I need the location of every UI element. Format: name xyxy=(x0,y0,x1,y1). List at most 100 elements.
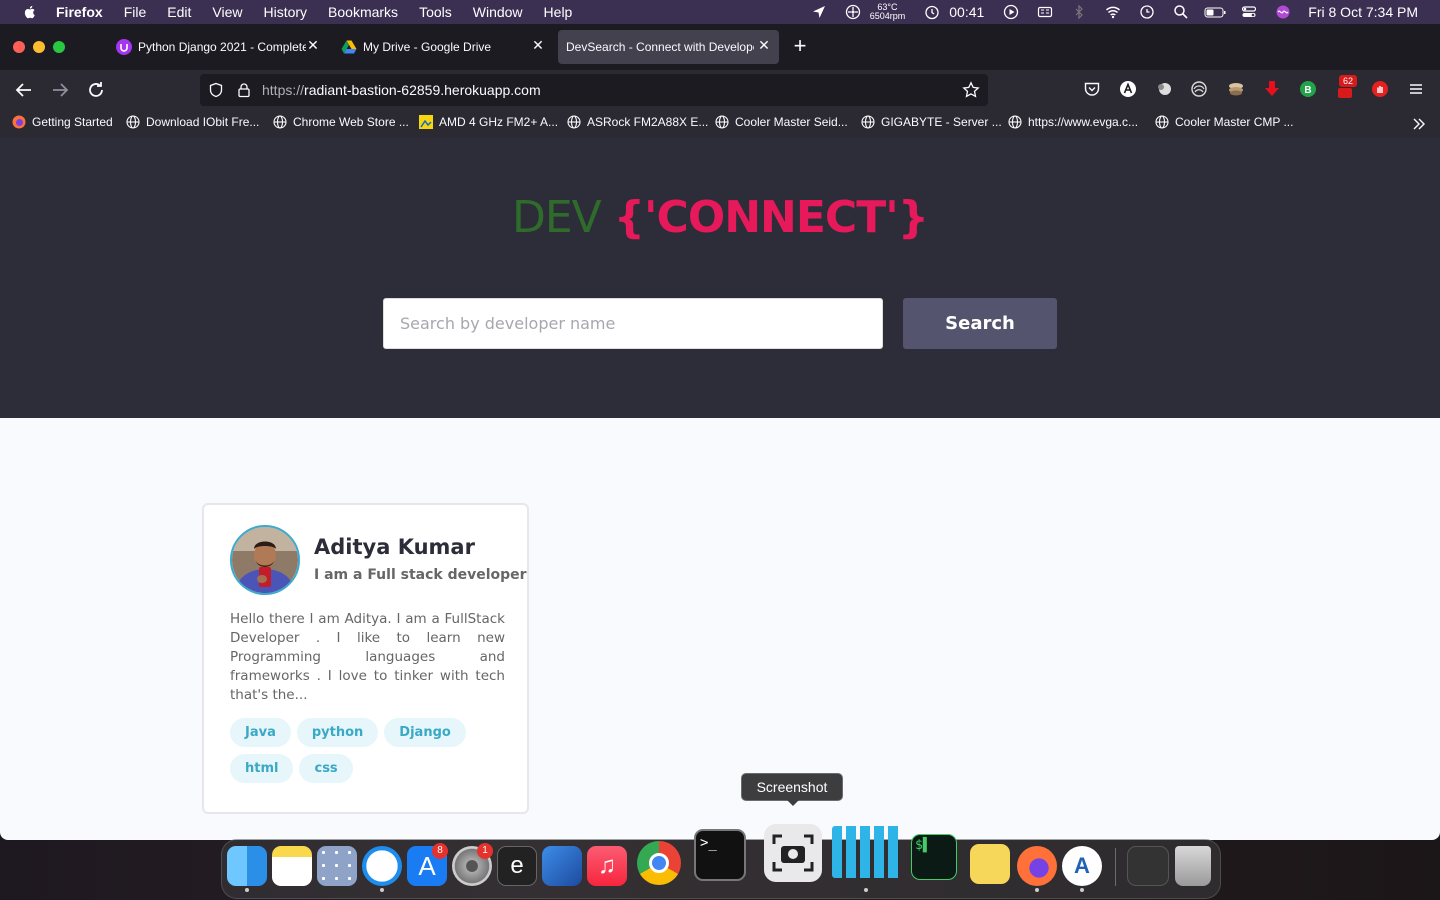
android-studio-icon[interactable]: A xyxy=(1062,846,1102,886)
new-tab-button[interactable]: + xyxy=(790,35,810,57)
window-close-button[interactable] xyxy=(13,41,25,53)
amazon-favicon-icon xyxy=(419,115,433,129)
pocket-icon[interactable] xyxy=(1083,80,1101,98)
globe-icon xyxy=(567,115,581,129)
iterm-icon[interactable]: $▌ xyxy=(911,834,957,880)
skill-tag[interactable]: css xyxy=(299,754,353,783)
safari-icon[interactable] xyxy=(362,846,402,886)
skill-tag[interactable]: Java xyxy=(230,718,291,747)
menu-history[interactable]: History xyxy=(263,0,307,24)
menu-view[interactable]: View xyxy=(212,0,242,24)
launchpad-icon[interactable] xyxy=(317,846,357,886)
menu-edit[interactable]: Edit xyxy=(167,0,191,24)
bookmark-item[interactable]: Chrome Web Store ... xyxy=(273,115,409,129)
tab-close-icon[interactable]: ✕ xyxy=(306,38,320,52)
skill-tag[interactable]: python xyxy=(296,718,379,747)
globe-icon xyxy=(1155,115,1169,129)
control-center-icon[interactable] xyxy=(1238,4,1260,20)
download-arrow-icon[interactable] xyxy=(1263,80,1281,98)
window-minimize-button[interactable] xyxy=(33,41,45,53)
chrome-icon[interactable] xyxy=(637,841,681,885)
bookmark-item[interactable]: Cooler Master Seid... xyxy=(715,115,848,129)
notes-icon[interactable] xyxy=(272,846,312,886)
bookmark-item[interactable]: GIGABYTE - Server ... xyxy=(861,115,1002,129)
stickies-icon[interactable] xyxy=(970,844,1010,884)
siri-icon[interactable] xyxy=(1272,4,1294,20)
bookmark-label: Chrome Web Store ... xyxy=(293,115,409,129)
timer-value[interactable]: 00:41 xyxy=(949,4,984,20)
menu-help[interactable]: Help xyxy=(544,0,573,24)
back-arrow-icon[interactable] xyxy=(14,80,34,100)
adblock-hand-icon[interactable] xyxy=(1371,80,1389,98)
forward-arrow-icon[interactable] xyxy=(50,80,70,100)
bookmark-label: Getting Started xyxy=(32,115,113,129)
extension-ghost-icon[interactable] xyxy=(1155,80,1173,98)
fan-icon[interactable] xyxy=(842,4,864,20)
running-indicator xyxy=(1080,888,1084,892)
terminal-icon[interactable]: >_ xyxy=(694,829,746,881)
firefox-dock-icon[interactable] xyxy=(1017,846,1057,886)
extension-badge-button[interactable]: 62 xyxy=(1335,75,1357,100)
bookmark-item[interactable]: AMD 4 GHz FM2+ A... xyxy=(419,115,558,129)
menu-tools[interactable]: Tools xyxy=(419,0,452,24)
time-machine-icon[interactable] xyxy=(1136,4,1158,20)
window-zoom-button[interactable] xyxy=(53,41,65,53)
reload-icon[interactable] xyxy=(86,80,106,100)
screenshot-app-icon[interactable] xyxy=(764,824,822,882)
bookmark-label: Download IObit Fre... xyxy=(146,115,260,129)
timer-shield-icon[interactable] xyxy=(921,4,943,20)
play-circle-icon[interactable] xyxy=(1000,4,1022,20)
lock-icon[interactable] xyxy=(236,82,252,98)
xcode-icon[interactable] xyxy=(542,846,582,886)
extension-stack-icon[interactable] xyxy=(1227,80,1245,98)
menu-window[interactable]: Window xyxy=(473,0,523,24)
tab-python-django[interactable]: Python Django 2021 - Complete ✕ xyxy=(108,30,328,64)
skill-tag[interactable]: html xyxy=(230,754,294,783)
bookmark-item[interactable]: Download IObit Fre... xyxy=(126,115,259,129)
wifi-icon[interactable] xyxy=(1102,4,1124,20)
trash-icon[interactable] xyxy=(1175,846,1211,886)
temperature-readout[interactable]: 63°C 6504rpm xyxy=(870,3,906,21)
developer-profile-card[interactable]: Aditya Kumar I am a Full stack developer… xyxy=(202,503,529,814)
battery-icon[interactable] xyxy=(1204,4,1226,20)
menubar-clock[interactable]: Fri 8 Oct 7:34 PM xyxy=(1308,4,1418,20)
address-bar[interactable]: https://radiant-bastion-62859.herokuapp.… xyxy=(200,74,988,106)
finder-icon[interactable] xyxy=(227,846,267,886)
tracking-shield-icon[interactable] xyxy=(208,82,224,98)
developer-headline: I am a Full stack developer xyxy=(314,567,527,583)
spotlight-search-icon[interactable] xyxy=(1170,4,1192,20)
bookmark-item[interactable]: Cooler Master CMP ... xyxy=(1155,115,1293,129)
location-arrow-icon[interactable] xyxy=(808,4,830,20)
url-text[interactable]: https://radiant-bastion-62859.herokuapp.… xyxy=(262,82,541,98)
logo-dev-text: DEV xyxy=(511,192,602,243)
extension-shell-icon[interactable] xyxy=(1190,80,1208,98)
tab-devsearch[interactable]: DevSearch - Connect with Developers ✕ xyxy=(558,30,779,64)
menu-app-name[interactable]: Firefox xyxy=(56,0,103,24)
menu-file[interactable]: File xyxy=(124,0,147,24)
extension-green-b-icon[interactable]: B xyxy=(1299,80,1317,98)
bookmark-item[interactable]: ASRock FM2A88X E... xyxy=(567,115,708,129)
tab-close-icon[interactable]: ✕ xyxy=(531,38,545,52)
bookmark-star-icon[interactable] xyxy=(962,81,980,99)
activity-monitor-bars-icon[interactable] xyxy=(832,826,902,878)
bookmarks-overflow-chevron-icon[interactable] xyxy=(1411,116,1427,132)
menu-bookmarks[interactable]: Bookmarks xyxy=(328,0,398,24)
apple-menu-icon[interactable] xyxy=(22,4,38,20)
bookmarks-toolbar: Getting Started Download IObit Fre... Ch… xyxy=(0,110,1440,138)
music-icon[interactable]: ♫ xyxy=(587,846,627,886)
skill-tag[interactable]: Django xyxy=(384,718,466,747)
bookmark-item[interactable]: Getting Started xyxy=(12,115,113,129)
bookmark-item[interactable]: https://www.evga.c... xyxy=(1008,115,1138,129)
minimized-window-thumbnail[interactable] xyxy=(1127,846,1169,886)
dock-divider xyxy=(1115,848,1116,886)
site-logo[interactable]: DEV {'CONNECT'} xyxy=(0,192,1440,243)
developer-search-input[interactable] xyxy=(383,298,883,349)
account-a-icon[interactable] xyxy=(1119,80,1137,98)
memory-card-icon[interactable] xyxy=(1034,4,1056,20)
hamburger-menu-icon[interactable] xyxy=(1407,80,1425,98)
bluetooth-off-icon[interactable] xyxy=(1068,4,1090,20)
editor-e-icon[interactable]: e xyxy=(497,846,537,886)
search-button[interactable]: Search xyxy=(903,298,1057,349)
tab-close-icon[interactable]: ✕ xyxy=(757,38,771,52)
tab-google-drive[interactable]: My Drive - Google Drive ✕ xyxy=(333,30,553,64)
